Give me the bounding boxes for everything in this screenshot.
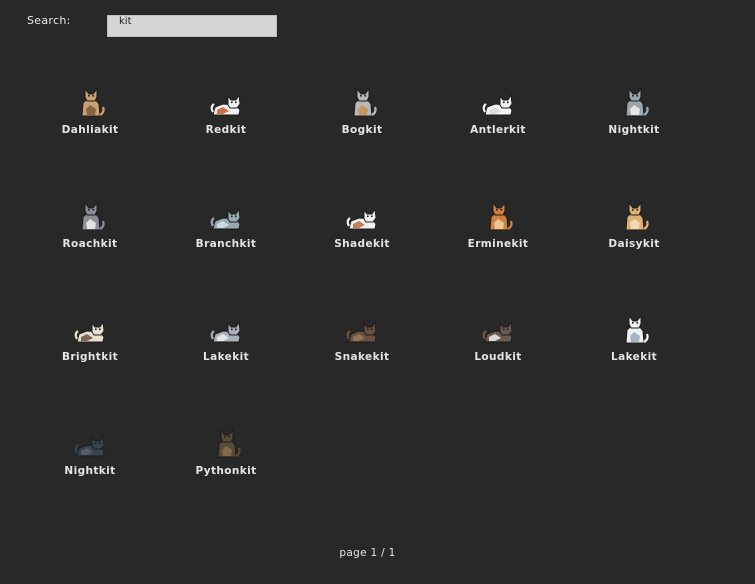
cat-sitting-icon (617, 199, 651, 233)
cat-name: Snakekit (334, 351, 390, 363)
cat-lying-icon (209, 312, 243, 346)
cat-sitting-icon (209, 426, 243, 460)
cat-name: Dahliakit (61, 124, 119, 136)
cat-card[interactable]: Snakekit (294, 312, 430, 426)
cat-name: Roachkit (62, 237, 118, 250)
cat-card[interactable]: Loudkit (430, 312, 566, 426)
cat-sitting-icon (73, 85, 107, 119)
cat-card[interactable]: Redkit (158, 85, 294, 199)
cat-name: Erminekit (467, 237, 529, 250)
cat-name: Nightkit (64, 464, 116, 477)
cat-sitting-icon (345, 85, 379, 119)
cat-lying-icon (345, 312, 379, 346)
cat-card[interactable]: Shadekit (294, 199, 430, 313)
cat-card[interactable]: Lakekit (158, 312, 294, 426)
cat-lying-icon (73, 312, 107, 346)
cat-name: Daisykit (608, 237, 660, 250)
cat-grid: Dahliakit Redkit Bogkit Antlerkit Nightk… (22, 85, 702, 539)
cat-card[interactable]: Branchkit (158, 199, 294, 313)
cat-lying-icon (73, 426, 107, 460)
cat-lying-icon (209, 199, 243, 233)
cat-card[interactable]: Daisykit (566, 199, 702, 313)
cat-name: Brightkit (62, 351, 118, 363)
cat-name: Loudkit (474, 351, 522, 363)
cat-card[interactable]: Erminekit (430, 199, 566, 313)
cat-sitting-icon (481, 199, 515, 233)
cat-card[interactable]: Lakekit (566, 312, 702, 426)
cat-name: Branchkit (195, 237, 257, 250)
cat-name: Pythonkit (195, 464, 257, 477)
cat-sitting-icon (617, 85, 651, 119)
cat-name: Antlerkit (470, 124, 526, 136)
cat-card[interactable]: Antlerkit (430, 85, 566, 199)
cat-lying-icon (481, 312, 515, 346)
page-indicator: page 1 / 1 (339, 547, 396, 559)
search-input[interactable] (107, 15, 277, 37)
cat-name: Shadekit (334, 237, 390, 250)
cat-card[interactable]: Roachkit (22, 199, 158, 313)
cat-sitting-icon (73, 199, 107, 233)
cat-name: Lakekit (203, 351, 249, 363)
cat-name: Bogkit (341, 124, 383, 136)
cat-card[interactable]: Brightkit (22, 312, 158, 426)
cat-sitting-icon (617, 312, 651, 346)
search-label: Search: (27, 14, 71, 27)
cat-name: Lakekit (611, 351, 657, 363)
cat-card[interactable]: Nightkit (22, 426, 158, 540)
cat-name: Redkit (205, 124, 247, 136)
cat-card[interactable]: Bogkit (294, 85, 430, 199)
cat-lying-icon (481, 85, 515, 119)
cat-card[interactable]: Dahliakit (22, 85, 158, 199)
cat-name: Nightkit (608, 124, 660, 136)
cat-lying-icon (209, 85, 243, 119)
cat-card[interactable]: Nightkit (566, 85, 702, 199)
cat-card[interactable]: Pythonkit (158, 426, 294, 540)
cat-lying-icon (345, 199, 379, 233)
